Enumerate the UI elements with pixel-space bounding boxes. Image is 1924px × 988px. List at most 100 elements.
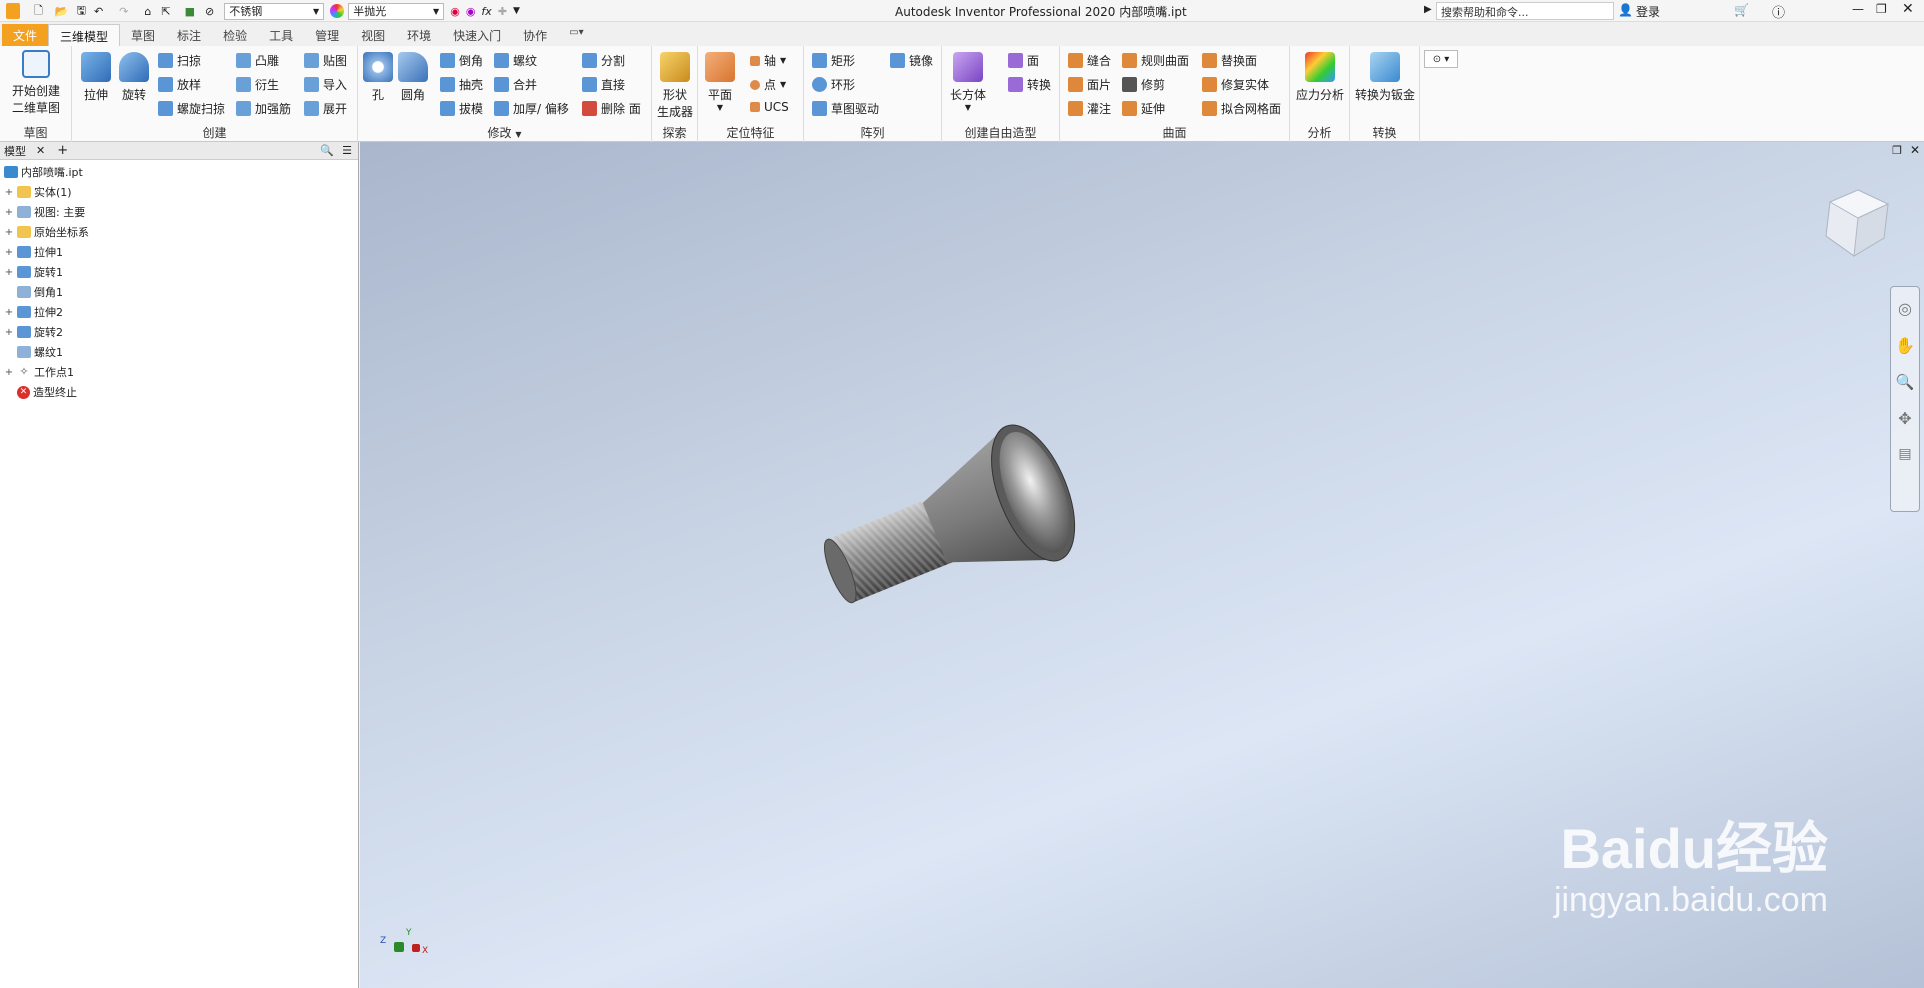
tab-options-icon[interactable]: ▭▾ (558, 24, 594, 46)
ruled-surface-button[interactable]: 规则曲面 (1122, 52, 1189, 69)
measure-icon[interactable]: ⊘ (205, 5, 214, 18)
viewport-restore-icon[interactable]: ❐ (1892, 144, 1902, 157)
look-at-icon[interactable]: ▤ (1891, 446, 1919, 462)
tab-model[interactable]: 模型 (4, 143, 26, 159)
login-link[interactable]: 登录 (1636, 3, 1660, 20)
shape-generator-button[interactable]: 形状 生成器 (654, 52, 696, 120)
start-2d-sketch-button[interactable]: 开始创建 二维草图 (4, 50, 68, 116)
ribbon-options-dropdown[interactable]: ⊙ ▾ (1424, 50, 1458, 68)
thread-button[interactable]: 螺纹 (494, 52, 537, 69)
fillet-button[interactable]: 圆角 (396, 52, 430, 103)
extrude-button[interactable]: 拉伸 (78, 52, 114, 103)
open-icon[interactable]: 📂 (55, 5, 69, 18)
tab-annotate[interactable]: 标注 (166, 24, 212, 46)
tree-item-extrude2[interactable]: + 拉伸2 (4, 304, 63, 320)
chamfer-button[interactable]: 倒角 (440, 52, 483, 69)
point-button[interactable]: 点 ▼ (750, 76, 786, 93)
tab-file[interactable]: 文件 (2, 24, 49, 46)
appearance-select[interactable]: 半抛光 ▼ (348, 2, 445, 20)
tab-tools[interactable]: 工具 (258, 24, 304, 46)
close-icon[interactable]: ✕ (1902, 1, 1914, 17)
plane-button[interactable]: 平面 ▼ (702, 52, 738, 112)
help-icon[interactable]: ⓘ (1772, 2, 1785, 21)
patch-button[interactable]: 面片 (1068, 76, 1111, 93)
combine-button[interactable]: 合并 (494, 76, 537, 93)
tree-item-view[interactable]: + 视图: 主要 (4, 204, 85, 220)
home-icon[interactable]: ⌂ (144, 5, 151, 18)
loft-button[interactable]: 放样 (158, 76, 201, 93)
circ-pattern-button[interactable]: 环形 (812, 76, 855, 93)
restore-icon[interactable]: ❐ (1876, 2, 1887, 16)
close-tab-icon[interactable]: ✕ (36, 144, 45, 157)
hole-button[interactable]: 孔 (362, 52, 394, 103)
browser-menu-icon[interactable]: ☰ (342, 144, 352, 157)
customize-icon[interactable]: ▼ (513, 6, 520, 16)
expand-icon[interactable]: + (4, 187, 14, 198)
search-expand-icon[interactable]: ▶ (1424, 4, 1432, 15)
nozzle-3d-model[interactable] (800, 410, 1120, 620)
trim-button[interactable]: 修剪 (1122, 76, 1165, 93)
delete-face-button[interactable]: 删除 面 (582, 100, 641, 117)
stitch-button[interactable]: 缝合 (1068, 52, 1111, 69)
cart-icon[interactable]: 🛒 (1734, 3, 1749, 17)
shell-button[interactable]: 抽壳 (440, 76, 483, 93)
expand-icon[interactable]: + (4, 367, 14, 378)
undo-icon[interactable]: ↶ (94, 5, 103, 18)
tab-manage[interactable]: 管理 (304, 24, 350, 46)
thicken-offset-button[interactable]: 加厚/ 偏移 (494, 100, 569, 117)
material-select[interactable]: 不锈钢 ▼ (224, 2, 325, 20)
convert-to-sheetmetal-button[interactable]: 转换为钣金 (1352, 52, 1418, 103)
rib-button[interactable]: 加强筋 (236, 100, 291, 117)
direct-button[interactable]: 直接 (582, 76, 625, 93)
stress-analysis-button[interactable]: 应力分析 (1292, 52, 1348, 103)
tab-get-started[interactable]: 快速入门 (442, 24, 512, 46)
minimize-icon[interactable]: — (1852, 2, 1864, 16)
fx-icon[interactable]: fx (481, 5, 491, 18)
tab-3d-model[interactable]: 三维模型 (48, 24, 121, 46)
decal-button[interactable]: 贴图 (304, 52, 347, 69)
expand-icon[interactable]: + (4, 207, 14, 218)
save-icon[interactable]: 🖫 (77, 2, 86, 21)
tree-item-revolve2[interactable]: + 旋转2 (4, 324, 63, 340)
select-icon[interactable]: ⇱ (161, 5, 170, 18)
unfold-button[interactable]: 展开 (304, 100, 347, 117)
panel-label-modify[interactable]: 修改 ▼ (358, 124, 651, 141)
update-icon[interactable]: ■ (185, 5, 195, 18)
expand-icon[interactable]: + (4, 327, 14, 338)
box-button[interactable]: 长方体 ▼ (950, 52, 986, 112)
pan-icon[interactable]: ✋ (1891, 336, 1919, 355)
viewport-close-icon[interactable]: ✕ (1910, 143, 1920, 157)
tab-environments[interactable]: 环境 (396, 24, 442, 46)
sketch-driven-pattern-button[interactable]: 草图驱动 (812, 100, 879, 117)
derive-button[interactable]: 衍生 (236, 76, 279, 93)
expand-icon[interactable]: + (4, 307, 14, 318)
draft-button[interactable]: 拔模 (440, 100, 483, 117)
freeform-face-button[interactable]: 面 (1008, 52, 1039, 69)
mirror-button[interactable]: 镜像 (890, 52, 933, 69)
axis-button[interactable]: 轴 ▼ (750, 52, 786, 69)
add-tab-icon[interactable]: + (57, 143, 68, 158)
sweep-button[interactable]: 扫掠 (158, 52, 201, 69)
replace-face-button[interactable]: 替换面 (1202, 52, 1257, 69)
help-search-input[interactable]: 搜索帮助和命令... (1436, 2, 1614, 20)
repair-body-button[interactable]: 修复实体 (1202, 76, 1269, 93)
sculpt-button[interactable]: 灌注 (1068, 100, 1111, 117)
tab-sketch[interactable]: 草图 (120, 24, 166, 46)
clear-icon[interactable]: ◉ (466, 5, 476, 18)
steering-wheel-icon[interactable]: ◎ (1891, 299, 1919, 318)
tree-item-thread1[interactable]: 螺纹1 (4, 344, 63, 360)
import-button[interactable]: 导入 (304, 76, 347, 93)
extend-button[interactable]: 延伸 (1122, 100, 1165, 117)
redo-icon[interactable]: ↷ (119, 5, 128, 18)
revolve-button[interactable]: 旋转 (116, 52, 152, 103)
expand-icon[interactable]: + (4, 247, 14, 258)
adjust-icon[interactable]: ◉ (450, 5, 460, 18)
tree-item-extrude1[interactable]: + 拉伸1 (4, 244, 63, 260)
coil-button[interactable]: 螺旋扫掠 (158, 100, 225, 117)
freeform-convert-button[interactable]: 转换 (1008, 76, 1051, 93)
new-file-icon[interactable]: 🗋 (34, 2, 43, 21)
plus-icon[interactable]: ✚ (498, 5, 507, 18)
tree-item-workpoint1[interactable]: + ✧ 工作点1 (4, 364, 74, 380)
tree-item-origin[interactable]: + 原始坐标系 (4, 224, 89, 240)
tab-view[interactable]: 视图 (350, 24, 396, 46)
